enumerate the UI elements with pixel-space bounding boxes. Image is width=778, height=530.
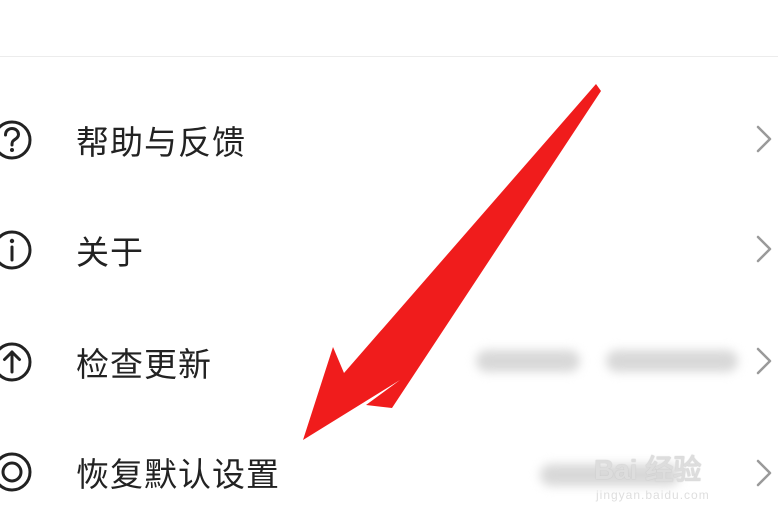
menu-item-label: 恢复默认设置 [76, 455, 280, 494]
menu-item-check-update[interactable]: 检查更新 [0, 304, 778, 414]
chevron-right-icon [756, 347, 772, 375]
chevron-right-icon [756, 459, 772, 487]
version-info-blurred [476, 350, 580, 372]
menu-item-label: 检查更新 [76, 345, 212, 384]
section-divider [0, 56, 778, 57]
settings-page: 帮助与反馈 关于 检查更新 恢复默认设置 Bai 经验 jingyan.baid… [0, 0, 778, 530]
reset-circle-icon [0, 452, 32, 492]
header-area [0, 0, 778, 56]
menu-item-help-feedback[interactable]: 帮助与反馈 [0, 84, 778, 194]
menu-item-label: 帮助与反馈 [76, 123, 246, 162]
info-circle-icon [0, 230, 32, 270]
watermark: Bai 经验 jingyan.baidu.com [590, 448, 740, 518]
menu-item-about[interactable]: 关于 [0, 194, 778, 304]
menu-item-label: 关于 [76, 233, 144, 272]
chevron-right-icon [756, 235, 772, 263]
watermark-brand: Bai 经验 [594, 454, 702, 485]
arrow-up-circle-icon [0, 342, 32, 382]
chevron-right-icon [756, 125, 772, 153]
version-info-blurred [606, 350, 738, 372]
help-circle-icon [0, 120, 32, 160]
watermark-url: jingyan.baidu.com [596, 488, 710, 502]
